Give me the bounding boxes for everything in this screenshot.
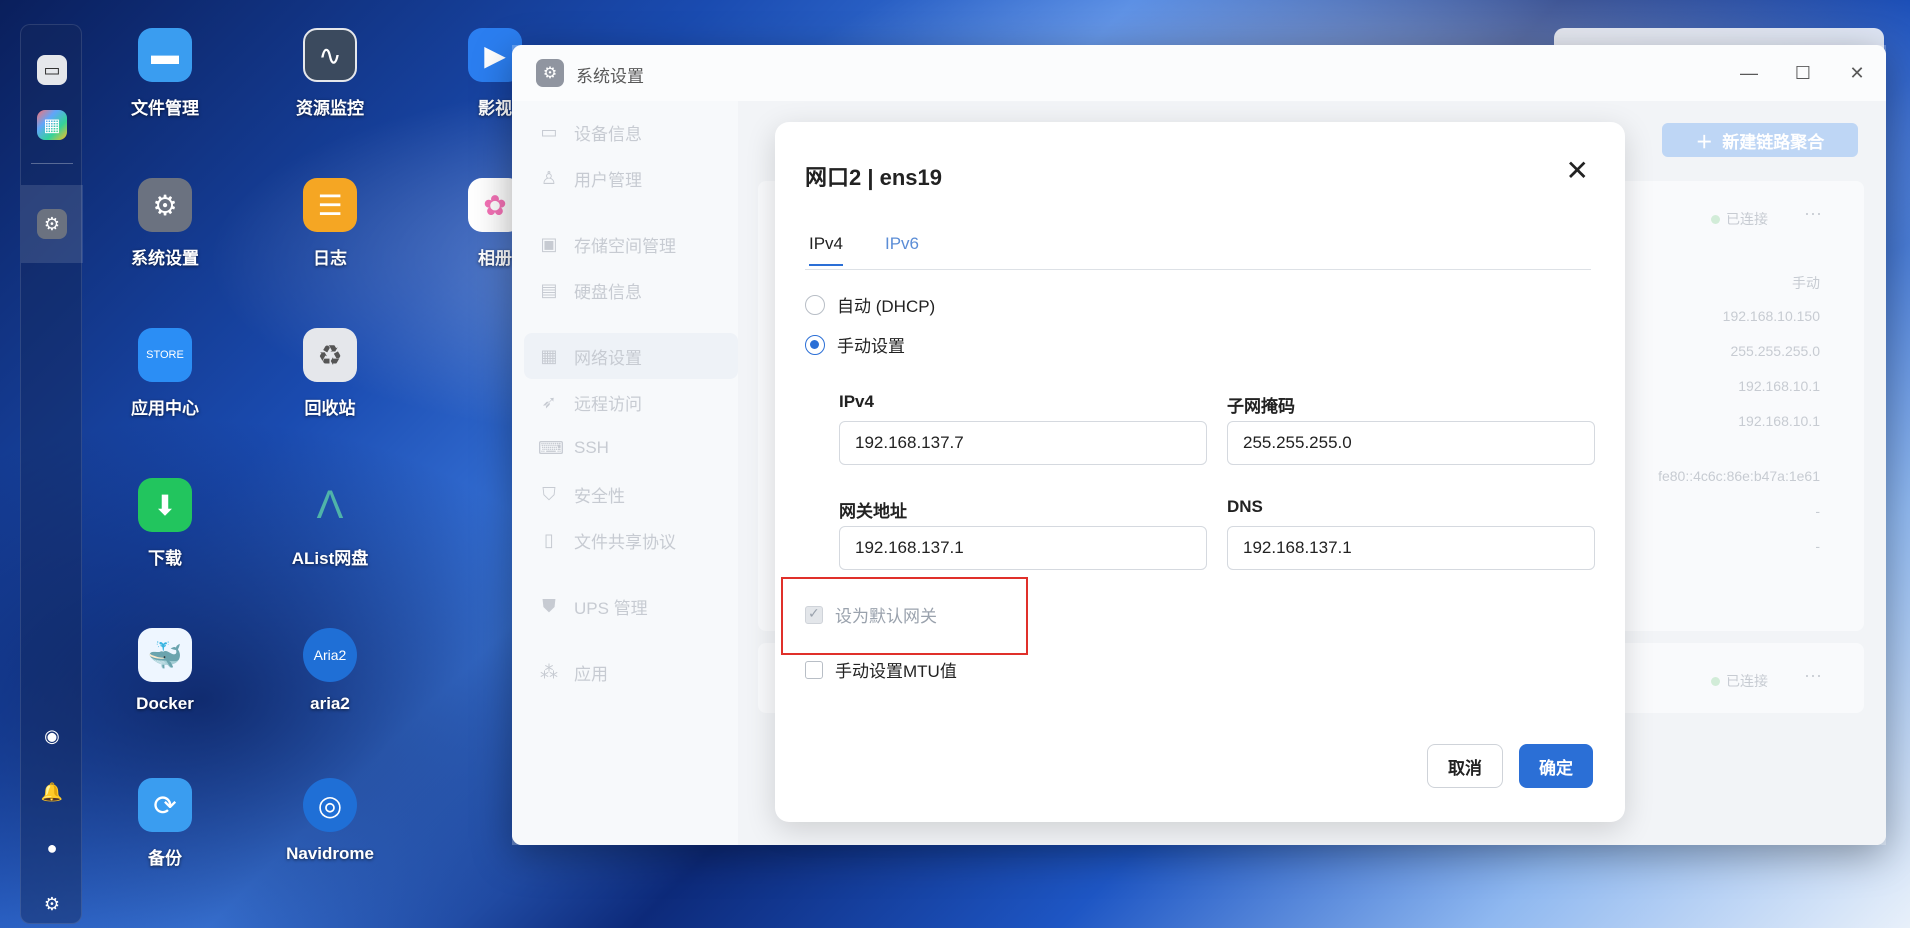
- subnet-mask-label: 子网掩码: [1227, 397, 1295, 416]
- desktop-icon-navidrome[interactable]: ◎ Navidrome: [260, 778, 400, 864]
- desktop-icon-recycle-bin[interactable]: ♻ 回收站: [260, 328, 400, 419]
- apps-grid-icon[interactable]: ▦: [37, 110, 67, 140]
- dock: ▭ ▦ ⚙ ◉ 🔔 ● ⚙: [20, 24, 83, 924]
- gear-icon: ⚙: [138, 178, 192, 232]
- desktop-icon-docker[interactable]: 🐳 Docker: [95, 628, 235, 714]
- log-icon: ☰: [303, 178, 357, 232]
- gateway-input[interactable]: [839, 526, 1207, 570]
- store-icon: STORE: [138, 328, 192, 382]
- desktop-icon-system-settings[interactable]: ⚙ 系统设置: [95, 178, 235, 269]
- desktop-icon-alist[interactable]: Λ AList网盘: [260, 478, 400, 569]
- close-icon[interactable]: ✕: [1566, 154, 1589, 187]
- desktop-icon-file-manager[interactable]: ▬ 文件管理: [95, 28, 235, 119]
- network-dock-icon[interactable]: ◉: [37, 721, 67, 751]
- desktop-icon-aria2[interactable]: Aria2 aria2: [260, 628, 400, 714]
- mtu-option[interactable]: 手动设置MTU值: [805, 657, 957, 682]
- download-icon: ⬇: [138, 478, 192, 532]
- manual-radio[interactable]: [805, 334, 825, 355]
- ipv4-label: IPv4: [839, 392, 874, 411]
- gear-icon[interactable]: ⚙: [37, 889, 67, 919]
- aria2-icon: Aria2: [303, 628, 357, 682]
- bell-icon[interactable]: 🔔: [37, 777, 67, 807]
- user-icon[interactable]: ●: [37, 833, 67, 863]
- gateway-label: 网关地址: [839, 502, 907, 521]
- ok-button[interactable]: 确定: [1519, 744, 1593, 788]
- dialog-title: 网口2 | ens19: [805, 165, 942, 190]
- interface-settings-dialog: 网口2 | ens19 ✕ IPv4 IPv6 自动 (DHCP) 手动设置 I…: [775, 122, 1625, 822]
- alist-icon: Λ: [316, 482, 344, 527]
- settings-dock-icon[interactable]: ⚙: [37, 209, 67, 239]
- ip-version-tabs: IPv4 IPv6: [805, 228, 1591, 270]
- annotation-highlight-box: [781, 577, 1028, 655]
- desktop-icon-backup[interactable]: ⟳ 备份: [95, 778, 235, 869]
- dns-input[interactable]: [1227, 526, 1595, 570]
- cancel-button[interactable]: 取消: [1427, 744, 1503, 788]
- backup-icon: ⟳: [138, 778, 192, 832]
- desktop-monitor-icon[interactable]: ▭: [37, 55, 67, 85]
- tab-ipv6[interactable]: IPv6: [885, 234, 919, 264]
- manual-label: 手动设置: [837, 337, 905, 356]
- docker-icon: 🐳: [138, 628, 192, 682]
- mtu-checkbox[interactable]: [805, 660, 823, 679]
- recycle-icon: ♻: [303, 328, 357, 382]
- mtu-label: 手动设置MTU值: [835, 662, 957, 681]
- folder-icon: ▬: [138, 28, 192, 82]
- desktop-icon-log[interactable]: ☰ 日志: [260, 178, 400, 269]
- monitor-chart-icon: ∿: [303, 28, 357, 82]
- desktop-icon-resource-monitor[interactable]: ∿ 资源监控: [260, 28, 400, 119]
- ipv4-input[interactable]: [839, 421, 1207, 465]
- desktop-icon-download[interactable]: ⬇ 下载: [95, 478, 235, 569]
- subnet-mask-input[interactable]: [1227, 421, 1595, 465]
- dns-label: DNS: [1227, 497, 1263, 516]
- desktop-icon-app-center[interactable]: STORE 应用中心: [95, 328, 235, 419]
- manual-option[interactable]: 手动设置: [805, 332, 905, 357]
- dhcp-radio[interactable]: [805, 294, 825, 315]
- dhcp-label: 自动 (DHCP): [837, 297, 936, 316]
- dhcp-option[interactable]: 自动 (DHCP): [805, 292, 935, 317]
- navidrome-icon: ◎: [303, 778, 357, 832]
- tab-ipv4[interactable]: IPv4: [809, 234, 844, 266]
